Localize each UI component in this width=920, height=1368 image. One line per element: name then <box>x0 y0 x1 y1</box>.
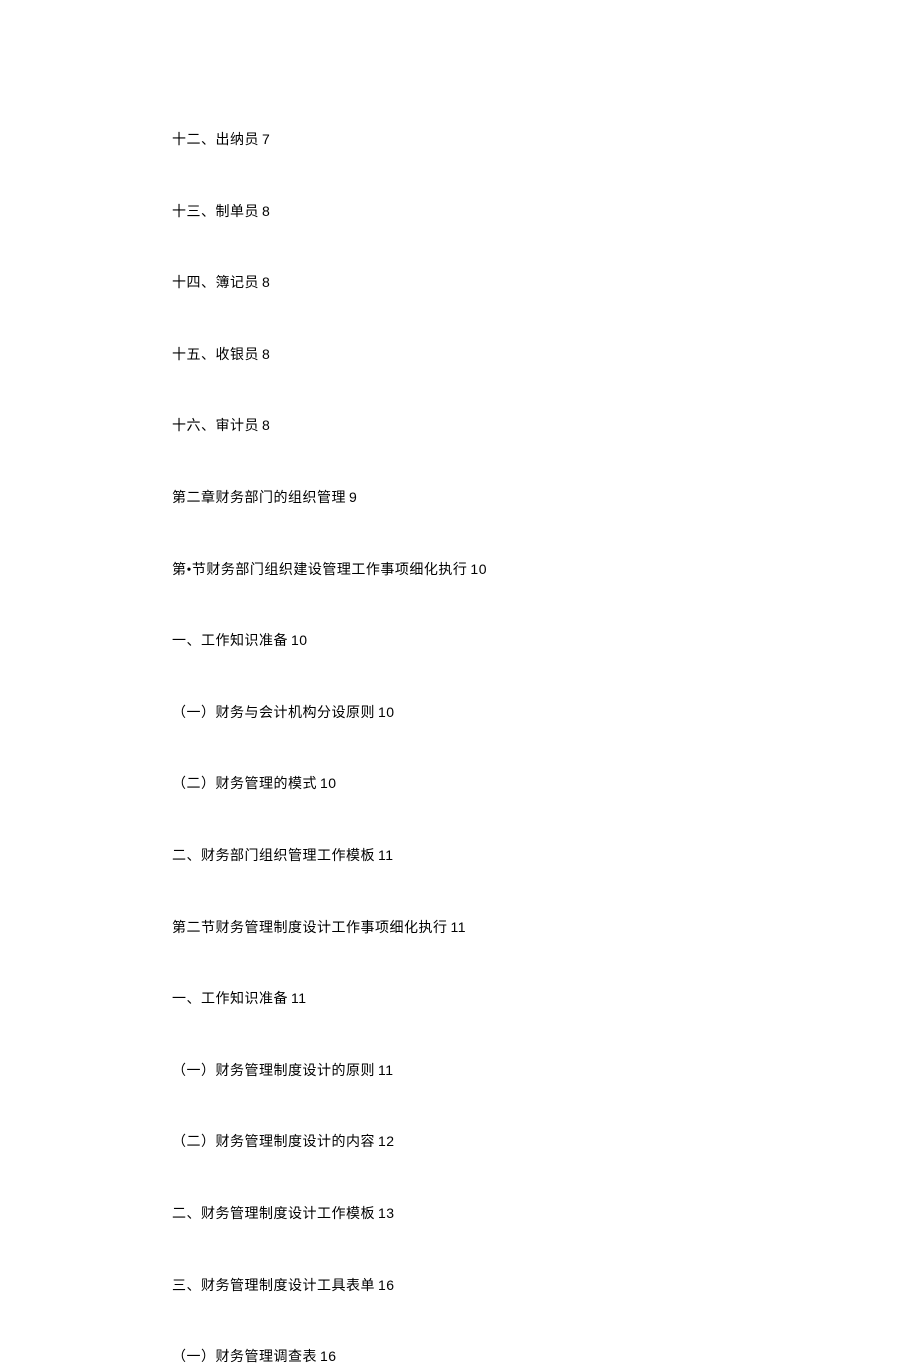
toc-text: 十二、出纳员 <box>172 133 259 148</box>
toc-content: 十二、出纳员7 十三、制单员8 十四、簿记员8 十五、收银员8 十六、审计员8 … <box>0 0 920 1368</box>
toc-text: 十四、簿记员 <box>172 276 259 291</box>
toc-page: 16 <box>378 1277 395 1293</box>
toc-item: 十四、簿记员8 <box>172 273 920 294</box>
toc-text: 二、财务部门组织管理工作模板 <box>172 849 375 864</box>
toc-page: 7 <box>262 131 270 147</box>
toc-item: 十三、制单员8 <box>172 202 920 223</box>
toc-text: （一）财务与会计机构分设原则 <box>172 706 375 721</box>
toc-item: 二、财务管理制度设计工作模板13 <box>172 1204 920 1225</box>
toc-text: （一）财务管理制度设计的原则 <box>172 1064 375 1079</box>
toc-item: 十五、收银员8 <box>172 345 920 366</box>
toc-page: 8 <box>262 274 270 290</box>
toc-item: 第二章财务部门的组织管理9 <box>172 488 920 509</box>
toc-page: 16 <box>320 1348 337 1364</box>
toc-text: 十五、收银员 <box>172 348 259 363</box>
toc-page: 12 <box>378 1133 395 1149</box>
toc-page: 11 <box>378 847 394 863</box>
toc-text: 一、工作知识准备 <box>172 992 288 1007</box>
toc-item: 一、工作知识准备11 <box>172 989 920 1010</box>
toc-page: 13 <box>378 1205 395 1221</box>
toc-page: 8 <box>262 417 270 433</box>
toc-item: 二、财务部门组织管理工作模板11 <box>172 846 920 867</box>
toc-text: 二、财务管理制度设计工作模板 <box>172 1207 375 1222</box>
toc-page: 10 <box>378 704 395 720</box>
toc-page: 9 <box>349 489 357 505</box>
toc-item: （二）财务管理制度设计的内容12 <box>172 1132 920 1153</box>
toc-page: 11 <box>451 919 467 935</box>
toc-item: 第•节财务部门组织建设管理工作事项细化执行10 <box>172 560 920 581</box>
toc-item: 一、工作知识准备10 <box>172 631 920 652</box>
toc-text: 第二节财务管理制度设计工作事项细化执行 <box>172 921 448 936</box>
toc-page: 8 <box>262 203 270 219</box>
toc-text: 三、财务管理制度设计工具表单 <box>172 1279 375 1294</box>
toc-page: 11 <box>291 990 307 1006</box>
toc-item: 第二节财务管理制度设计工作事项细化执行11 <box>172 918 920 939</box>
toc-text: 十六、审计员 <box>172 419 259 434</box>
toc-page: 10 <box>470 561 487 577</box>
toc-item: 十二、出纳员7 <box>172 130 920 151</box>
toc-item: （一）财务与会计机构分设原则10 <box>172 703 920 724</box>
toc-text: （二）财务管理的模式 <box>172 777 317 792</box>
toc-page: 10 <box>320 775 337 791</box>
toc-item: （一）财务管理制度设计的原则11 <box>172 1061 920 1082</box>
toc-text: 第•节财务部门组织建设管理工作事项细化执行 <box>172 563 467 578</box>
toc-page: 11 <box>378 1062 394 1078</box>
toc-text: 一、工作知识准备 <box>172 634 288 649</box>
toc-item: 十六、审计员8 <box>172 416 920 437</box>
toc-text: 十三、制单员 <box>172 205 259 220</box>
toc-page: 8 <box>262 346 270 362</box>
toc-page: 10 <box>291 632 308 648</box>
toc-item: 三、财务管理制度设计工具表单16 <box>172 1276 920 1297</box>
toc-text: （一）财务管理调查表 <box>172 1350 317 1365</box>
toc-text: （二）财务管理制度设计的内容 <box>172 1135 375 1150</box>
toc-text: 第二章财务部门的组织管理 <box>172 491 346 506</box>
toc-item: （一）财务管理调查表16 <box>172 1347 920 1368</box>
toc-item: （二）财务管理的模式10 <box>172 774 920 795</box>
